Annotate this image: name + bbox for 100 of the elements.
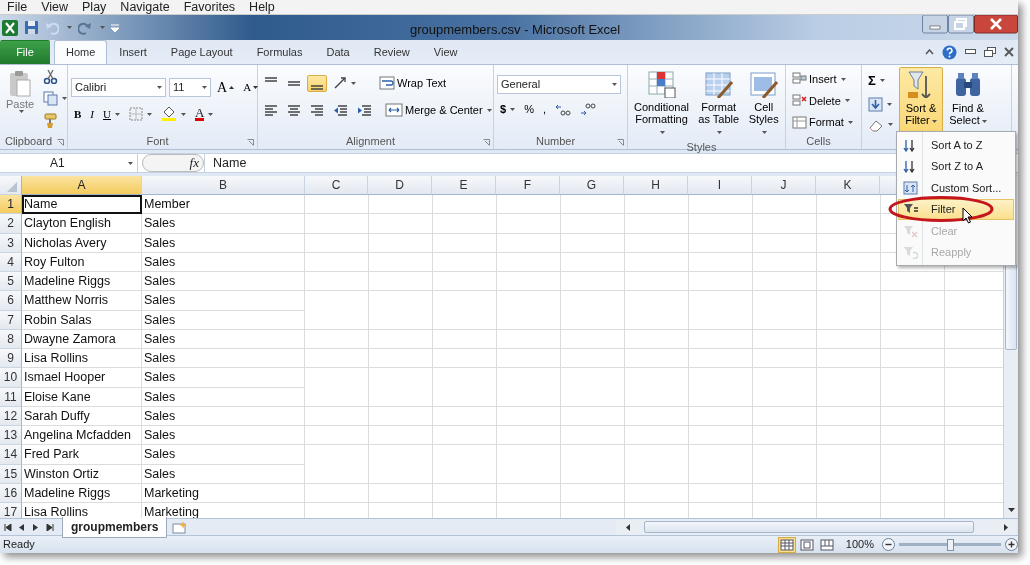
menu-item[interactable]: View bbox=[34, 0, 76, 14]
row-header[interactable]: 6 bbox=[0, 291, 22, 311]
cell[interactable]: Sales bbox=[142, 464, 305, 484]
cell[interactable]: Sales bbox=[142, 233, 305, 253]
autosum-button[interactable]: Σ bbox=[865, 69, 896, 93]
next-sheet-icon[interactable] bbox=[32, 523, 40, 531]
style-button[interactable]: Conditional Formatting bbox=[631, 67, 693, 140]
help-icon[interactable] bbox=[942, 44, 957, 60]
merge-center-button[interactable]: Merge & Center bbox=[382, 99, 495, 121]
column-header[interactable]: H bbox=[624, 176, 688, 195]
cell[interactable]: Sales bbox=[142, 272, 305, 292]
dialog-launcher-icon[interactable] bbox=[247, 139, 254, 146]
excel-logo-icon[interactable] bbox=[2, 19, 18, 36]
row-header[interactable]: 3 bbox=[0, 233, 22, 253]
cells-button[interactable]: Format bbox=[789, 112, 856, 133]
row-header[interactable]: 1 bbox=[0, 195, 22, 215]
row-header[interactable]: 16 bbox=[0, 483, 22, 503]
last-sheet-icon[interactable] bbox=[46, 523, 54, 531]
ribbon-tab[interactable]: Data bbox=[314, 39, 362, 64]
row-header[interactable]: 12 bbox=[0, 406, 22, 426]
first-sheet-icon[interactable] bbox=[4, 523, 12, 531]
row-header[interactable]: 13 bbox=[0, 426, 22, 446]
dialog-launcher-icon[interactable] bbox=[57, 139, 64, 146]
dialog-launcher-icon[interactable] bbox=[617, 139, 624, 146]
ribbon-tab[interactable]: Insert bbox=[107, 39, 159, 64]
menu-item[interactable]: Play bbox=[75, 0, 114, 14]
cell[interactable]: Sales bbox=[142, 426, 305, 446]
row-header[interactable]: 10 bbox=[0, 368, 22, 388]
close-icon[interactable] bbox=[974, 15, 1018, 34]
cell[interactable]: Winston Ortiz bbox=[22, 464, 142, 484]
font-name-field[interactable]: Calibri bbox=[71, 77, 166, 97]
cell[interactable]: Madeline Riggs bbox=[22, 272, 142, 292]
column-header[interactable]: G bbox=[560, 176, 624, 195]
cell[interactable]: Sales bbox=[142, 368, 305, 388]
cell[interactable]: Sales bbox=[142, 252, 305, 272]
zoom-in-icon[interactable] bbox=[1005, 538, 1018, 551]
menu-item[interactable]: Custom Sort... bbox=[898, 177, 1014, 199]
font-color-button[interactable]: A bbox=[191, 105, 217, 123]
ribbon-tab[interactable]: View bbox=[421, 39, 470, 64]
column-header[interactable]: F bbox=[496, 176, 560, 195]
column-header[interactable]: J bbox=[752, 176, 816, 195]
cell[interactable]: Sales bbox=[142, 387, 305, 407]
file-tab[interactable]: File bbox=[0, 39, 50, 64]
row-header[interactable]: 9 bbox=[0, 349, 22, 369]
ribbon-tab[interactable]: Formulas bbox=[244, 39, 315, 64]
cell[interactable]: Sales bbox=[142, 214, 305, 234]
cell[interactable]: Marketing bbox=[142, 483, 305, 503]
cell[interactable]: Sales bbox=[142, 445, 305, 465]
row-header[interactable]: 2 bbox=[0, 214, 22, 234]
cell[interactable]: Roy Fulton bbox=[22, 252, 142, 272]
shrink-font-button[interactable]: A bbox=[240, 76, 262, 98]
row-header[interactable]: 5 bbox=[0, 272, 22, 292]
column-header[interactable]: C bbox=[305, 176, 368, 195]
cell[interactable]: Ismael Hooper bbox=[22, 368, 142, 388]
menu-item[interactable]: Help bbox=[242, 0, 282, 14]
row-header[interactable]: 15 bbox=[0, 464, 22, 484]
italic-button[interactable]: I bbox=[87, 103, 97, 125]
cell[interactable]: Matthew Norris bbox=[22, 291, 142, 311]
currency-button[interactable]: $ bbox=[497, 98, 519, 120]
page-layout-icon[interactable] bbox=[799, 538, 814, 551]
grow-font-button[interactable]: A bbox=[214, 74, 238, 100]
restore-icon[interactable] bbox=[984, 46, 996, 58]
cell[interactable]: Clayton English bbox=[22, 214, 142, 234]
normal-view-icon[interactable] bbox=[779, 538, 794, 551]
insert-function-button[interactable]: fx bbox=[189, 153, 199, 173]
customize-icon[interactable] bbox=[111, 23, 119, 32]
cell[interactable]: Sales bbox=[142, 329, 305, 349]
percent-button[interactable]: % bbox=[521, 98, 537, 120]
underline-button[interactable]: U bbox=[100, 103, 123, 125]
previous-sheet-icon[interactable] bbox=[18, 523, 26, 531]
close-icon[interactable] bbox=[1004, 47, 1014, 57]
row-header[interactable]: 4 bbox=[0, 252, 22, 272]
zoom-out-icon[interactable] bbox=[882, 538, 895, 551]
cell[interactable]: Dwayne Zamora bbox=[22, 329, 142, 349]
cell[interactable]: Angelina Mcfadden bbox=[22, 426, 142, 446]
cell[interactable]: Robin Salas bbox=[22, 310, 142, 330]
column-header[interactable]: E bbox=[432, 176, 496, 195]
save-icon[interactable] bbox=[24, 20, 39, 35]
font-size-field[interactable]: 11 bbox=[169, 77, 211, 97]
cells-button[interactable]: Delete bbox=[789, 90, 856, 111]
scroll-left-icon[interactable] bbox=[626, 523, 630, 531]
ribbon-tab[interactable]: Review bbox=[361, 39, 422, 64]
formula-field[interactable]: Name bbox=[204, 154, 874, 172]
row-header[interactable]: 11 bbox=[0, 387, 22, 407]
ribbon-tab[interactable]: Home bbox=[54, 39, 108, 64]
name-box[interactable]: A1 bbox=[0, 154, 138, 172]
bottom-align-button[interactable] bbox=[307, 74, 327, 92]
restore-icon[interactable] bbox=[948, 15, 974, 34]
style-button[interactable]: Cell Styles bbox=[745, 67, 782, 140]
scroll-right-icon[interactable] bbox=[1004, 523, 1008, 531]
menu-item[interactable]: Navigate bbox=[113, 0, 177, 14]
scroll-down-icon[interactable] bbox=[1007, 508, 1015, 512]
cell[interactable]: Name bbox=[22, 195, 142, 215]
cell[interactable]: Fred Park bbox=[22, 445, 142, 465]
cell[interactable]: Madeline Riggs bbox=[22, 483, 142, 503]
bold-button[interactable]: B bbox=[71, 103, 85, 125]
cell[interactable]: Sales bbox=[142, 406, 305, 426]
number-format-field[interactable]: General bbox=[497, 75, 621, 94]
column-header[interactable]: B bbox=[142, 176, 305, 195]
row-header[interactable]: 17 bbox=[0, 503, 22, 518]
